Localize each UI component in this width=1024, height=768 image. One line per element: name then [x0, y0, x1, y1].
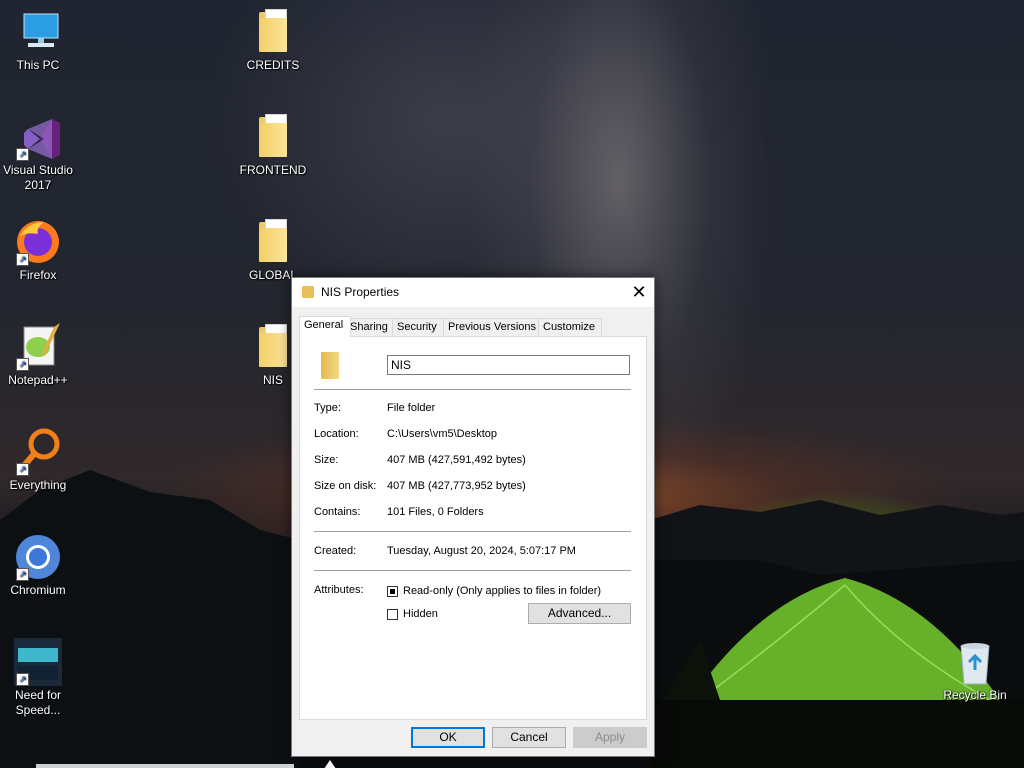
shortcut-arrow-icon: ↗ — [16, 253, 29, 266]
desktop-icon-notepad-plus-plus[interactable]: ↗ Notepad++ — [0, 323, 76, 388]
shortcut-arrow-icon: ↗ — [16, 568, 29, 581]
size-label: Size: — [314, 454, 339, 466]
advanced-button[interactable]: Advanced... — [528, 603, 631, 624]
desktop-icon-chromium[interactable]: ↗ Chromium — [0, 533, 76, 598]
desktop-icon-recycle-bin[interactable]: Recycle Bin — [937, 638, 1013, 703]
tab-previous-versions[interactable]: Previous Versions — [443, 318, 540, 336]
desktop-icon-need-for-speed[interactable]: ↗ Need for Speed... — [0, 638, 76, 718]
cancel-button[interactable]: Cancel — [492, 727, 566, 748]
apply-button[interactable]: Apply — [573, 727, 647, 748]
desktop-icon-label: CREDITS — [246, 58, 300, 72]
divider — [314, 570, 631, 571]
folder-icon — [249, 323, 297, 371]
desktop-icon-label: Chromium — [10, 583, 66, 597]
divider — [314, 389, 631, 390]
taskbar-edge — [36, 764, 294, 768]
folder-icon — [249, 218, 297, 266]
dialog-titlebar[interactable]: NIS Properties ✕ — [292, 278, 654, 307]
desktop-icon-visual-studio[interactable]: ↗ Visual Studio 2017 — [0, 113, 76, 193]
properties-dialog: NIS Properties ✕ General Sharing Securit… — [291, 277, 655, 757]
desktop-icon-label: Need for Speed... — [14, 688, 62, 717]
location-label: Location: — [314, 428, 359, 440]
need-for-speed-icon: ↗ — [14, 638, 62, 686]
readonly-checkbox[interactable] — [387, 586, 398, 597]
shortcut-arrow-icon: ↗ — [16, 358, 29, 371]
desktop-icon-label: Visual Studio 2017 — [3, 163, 73, 192]
tab-sharing[interactable]: Sharing — [345, 318, 393, 336]
size-value: 407 MB (427,591,492 bytes) — [387, 454, 526, 466]
size-on-disk-value: 407 MB (427,773,952 bytes) — [387, 480, 526, 492]
ok-button[interactable]: OK — [411, 727, 485, 748]
desktop-icon-label: Recycle Bin — [943, 688, 1007, 702]
desktop-icon-this-pc[interactable]: This PC — [0, 8, 76, 73]
recycle-bin-icon — [951, 638, 999, 686]
type-value: File folder — [387, 402, 436, 414]
created-label: Created: — [314, 545, 357, 557]
desktop-folder-global[interactable]: GLOBAL — [235, 218, 311, 283]
desktop-folder-credits[interactable]: CREDITS — [235, 8, 311, 73]
divider — [314, 531, 631, 532]
folder-name-field[interactable] — [387, 355, 630, 375]
tab-customize[interactable]: Customize — [538, 318, 602, 336]
desktop-icon-label: Firefox — [19, 268, 57, 282]
attributes-label: Attributes: — [314, 584, 364, 596]
tab-security[interactable]: Security — [392, 318, 446, 336]
contains-value: 101 Files, 0 Folders — [387, 506, 484, 518]
desktop-icon-label: This PC — [16, 58, 60, 72]
desktop-icon-label: FRONTEND — [239, 163, 307, 177]
folder-icon — [302, 286, 314, 298]
tab-general[interactable]: General — [299, 316, 351, 337]
shortcut-arrow-icon: ↗ — [16, 673, 29, 686]
firefox-icon: ↗ — [14, 218, 62, 266]
location-value: C:\Users\vm5\Desktop — [387, 428, 498, 440]
desktop-icon-everything[interactable]: ↗ Everything — [0, 428, 76, 493]
dialog-title: NIS Properties — [321, 285, 400, 299]
desktop-folder-frontend[interactable]: FRONTEND — [235, 113, 311, 178]
folder-icon — [249, 113, 297, 161]
desktop-icon-label: Notepad++ — [8, 373, 68, 387]
everything-search-icon: ↗ — [14, 428, 62, 476]
contains-label: Contains: — [314, 506, 361, 518]
size-on-disk-label: Size on disk: — [314, 480, 377, 492]
hidden-checkbox[interactable] — [387, 609, 398, 620]
close-button[interactable]: ✕ — [624, 278, 654, 307]
computer-icon — [14, 8, 62, 56]
desktop-icon-firefox[interactable]: ↗ Firefox — [0, 218, 76, 283]
visual-studio-icon: ↗ — [14, 113, 62, 161]
shortcut-arrow-icon: ↗ — [16, 463, 29, 476]
general-tab-panel: Type: File folder Location: C:\Users\vm5… — [299, 336, 647, 720]
folder-icon — [249, 8, 297, 56]
notepad-plus-plus-icon: ↗ — [14, 323, 62, 371]
mouse-cursor-icon — [324, 760, 336, 768]
type-label: Type: — [314, 402, 341, 414]
desktop-icon-label: Everything — [9, 478, 67, 492]
folder-icon — [321, 352, 339, 379]
readonly-label[interactable]: Read-only (Only applies to files in fold… — [403, 585, 601, 597]
created-value: Tuesday, August 20, 2024, 5:07:17 PM — [387, 545, 576, 557]
hidden-label[interactable]: Hidden — [403, 608, 438, 620]
shortcut-arrow-icon: ↗ — [16, 148, 29, 161]
chromium-icon: ↗ — [14, 533, 62, 581]
